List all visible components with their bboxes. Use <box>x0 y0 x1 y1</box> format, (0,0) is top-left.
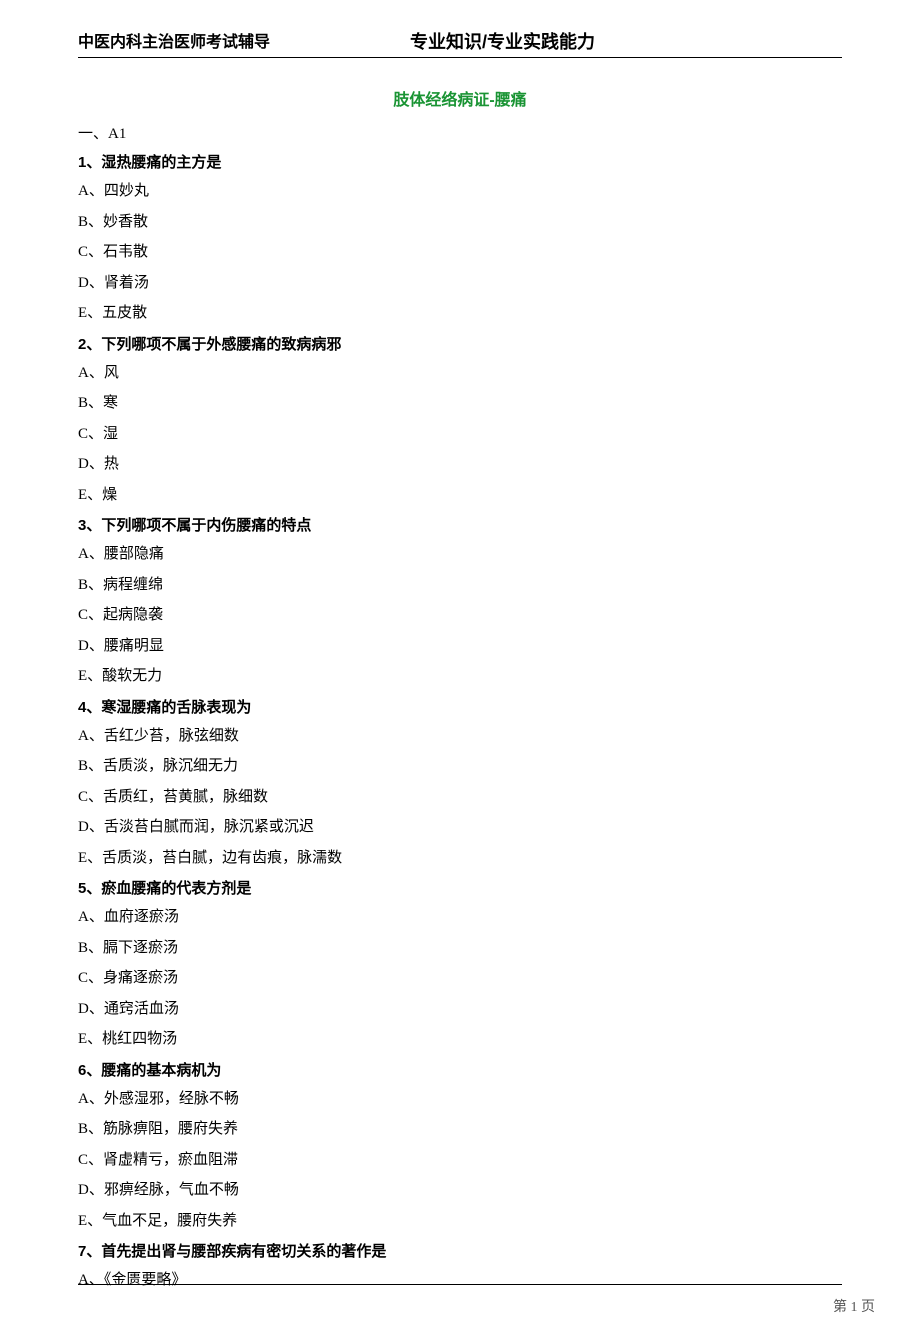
question-option: D、腰痛明显 <box>78 635 842 658</box>
question-option: E、舌质淡，苔白腻，边有齿痕，脉濡数 <box>78 847 842 870</box>
question-option: C、湿 <box>78 423 842 446</box>
question-stem: 5、瘀血腰痛的代表方剂是 <box>78 877 842 898</box>
question-option: E、酸软无力 <box>78 665 842 688</box>
question-option: B、舌质淡，脉沉细无力 <box>78 755 842 778</box>
question-option: B、病程缠绵 <box>78 574 842 597</box>
question-option: A、风 <box>78 362 842 385</box>
question-option: C、肾虚精亏，瘀血阻滞 <box>78 1149 842 1172</box>
questions-container: 1、湿热腰痛的主方是 A、四妙丸 B、妙香散 C、石韦散 D、肾着汤 E、五皮散 2、下列哪… <box>78 151 842 1292</box>
question-option: A、四妙丸 <box>78 180 842 203</box>
question-option: A、舌红少苔，脉弦细数 <box>78 725 842 748</box>
header-left-text: 中医内科主治医师考试辅导 <box>78 28 270 54</box>
footer-divider <box>78 1284 842 1285</box>
question-option: C、石韦散 <box>78 241 842 264</box>
document-title: 肢体经络病证-腰痛 <box>78 86 842 110</box>
question-option: D、肾着汤 <box>78 272 842 295</box>
question-option: E、气血不足，腰府失养 <box>78 1210 842 1233</box>
question-option: B、妙香散 <box>78 211 842 234</box>
question-stem: 7、首先提出肾与腰部疾病有密切关系的著作是 <box>78 1240 842 1261</box>
question-option: B、筋脉痹阻，腰府失养 <box>78 1118 842 1141</box>
question-option: A、外感湿邪，经脉不畅 <box>78 1088 842 1111</box>
question-stem: 2、下列哪项不属于外感腰痛的致病病邪 <box>78 333 842 354</box>
question-option: A、《金匮要略》 <box>78 1269 842 1292</box>
question-option: A、腰部隐痛 <box>78 543 842 566</box>
page-header: 中医内科主治医师考试辅导 专业知识/专业实践能力 <box>78 28 842 58</box>
question-stem: 1、湿热腰痛的主方是 <box>78 151 842 172</box>
question-option: B、寒 <box>78 392 842 415</box>
question-option: A、血府逐瘀汤 <box>78 906 842 929</box>
section-label: 一、A1 <box>78 122 842 143</box>
question-option: D、热 <box>78 453 842 476</box>
question-option: E、燥 <box>78 484 842 507</box>
document-page: 中医内科主治医师考试辅导 专业知识/专业实践能力 肢体经络病证-腰痛 一、A1 … <box>0 0 920 1340</box>
question-option: D、通窍活血汤 <box>78 998 842 1021</box>
question-stem: 4、寒湿腰痛的舌脉表现为 <box>78 696 842 717</box>
question-option: D、邪痹经脉，气血不畅 <box>78 1179 842 1202</box>
question-option: D、舌淡苔白腻而润，脉沉紧或沉迟 <box>78 816 842 839</box>
question-option: B、膈下逐瘀汤 <box>78 937 842 960</box>
question-option: E、五皮散 <box>78 302 842 325</box>
header-center-text: 专业知识/专业实践能力 <box>410 28 595 54</box>
question-stem: 6、腰痛的基本病机为 <box>78 1059 842 1080</box>
question-option: E、桃红四物汤 <box>78 1028 842 1051</box>
page-number: 第 1 页 <box>833 1296 875 1316</box>
question-option: C、身痛逐瘀汤 <box>78 967 842 990</box>
question-option: C、起病隐袭 <box>78 604 842 627</box>
question-stem: 3、下列哪项不属于内伤腰痛的特点 <box>78 514 842 535</box>
question-option: C、舌质红，苔黄腻，脉细数 <box>78 786 842 809</box>
